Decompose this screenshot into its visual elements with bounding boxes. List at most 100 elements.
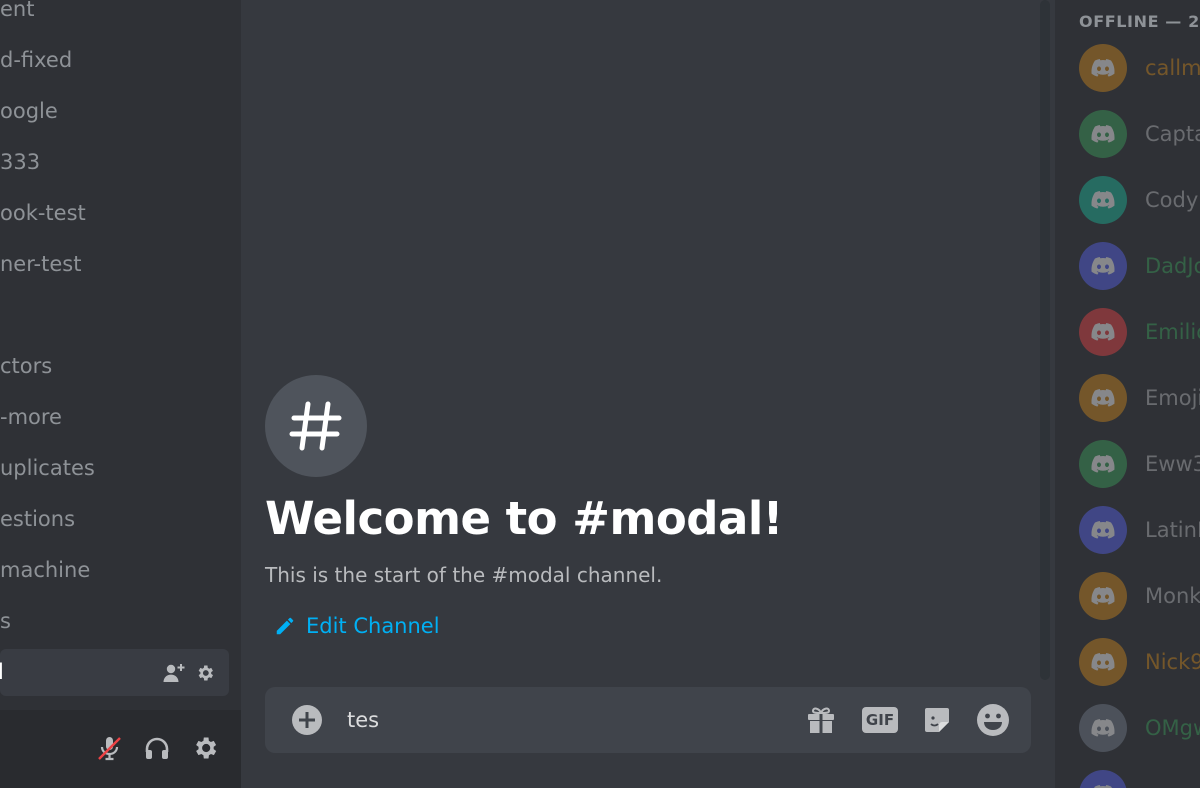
discord-logo-icon xyxy=(1091,587,1115,605)
user-panel xyxy=(0,710,241,788)
hashtag-icon xyxy=(289,401,342,451)
gift-button[interactable] xyxy=(802,701,840,739)
member-item[interactable]: Nick9 xyxy=(1079,638,1200,686)
avatar xyxy=(1079,770,1127,788)
channel-item[interactable]: ctors xyxy=(0,346,229,386)
muted-mic-icon xyxy=(98,737,121,761)
channel-item[interactable]: estions xyxy=(0,499,229,539)
discord-logo-icon xyxy=(1094,785,1112,788)
upload-button[interactable] xyxy=(291,704,323,736)
channel-settings-icon[interactable] xyxy=(195,663,215,683)
discord-logo-icon xyxy=(1091,323,1115,341)
avatar xyxy=(1079,572,1127,620)
channel-item[interactable]: ent xyxy=(0,0,229,29)
mute-button[interactable] xyxy=(91,730,127,766)
channel-label: estions xyxy=(0,507,76,531)
avatar xyxy=(1079,44,1127,92)
channel-label: oogle xyxy=(0,99,58,123)
channel-item[interactable]: uplicates xyxy=(0,448,229,488)
channel-item[interactable]: -more xyxy=(0,397,229,437)
message-input[interactable] xyxy=(347,700,787,740)
member-name: Capta xyxy=(1145,122,1200,146)
welcome-subtitle: This is the start of the #modal channel. xyxy=(265,563,663,587)
channel-item[interactable]: oogle xyxy=(0,91,229,131)
member-item[interactable]: callm xyxy=(1079,44,1200,92)
channel-hash-avatar xyxy=(265,375,367,477)
deafen-button[interactable] xyxy=(139,730,175,766)
member-name: callm xyxy=(1145,56,1200,80)
member-name: Emilio xyxy=(1145,320,1200,344)
member-name: Cody xyxy=(1145,188,1199,212)
gear-icon xyxy=(196,737,217,759)
channel-label: ctors xyxy=(0,354,53,378)
member-item[interactable]: Capta xyxy=(1079,110,1200,158)
gift-icon xyxy=(808,707,834,733)
avatar xyxy=(1079,176,1127,224)
avatar xyxy=(1079,638,1127,686)
member-item[interactable]: Monk xyxy=(1079,572,1200,620)
gif-label: GIF xyxy=(865,711,895,729)
channel-label: ook-test xyxy=(0,201,86,225)
plus-circle-icon xyxy=(292,705,322,735)
discord-logo-icon xyxy=(1091,455,1115,473)
smiley-face-icon xyxy=(977,704,1009,736)
channel-item[interactable]: s xyxy=(0,601,229,641)
member-item[interactable]: Emilio xyxy=(1079,308,1200,356)
discord-logo-icon xyxy=(1091,59,1115,77)
gif-button[interactable]: GIF xyxy=(861,701,899,739)
edit-channel-link[interactable]: Edit Channel xyxy=(274,610,440,642)
member-name: LatinF xyxy=(1145,518,1200,542)
discord-logo-icon xyxy=(1091,191,1115,209)
members-offline-header: OFFLINE — 28 xyxy=(1079,12,1200,31)
discord-logo-icon xyxy=(1091,653,1115,671)
create-invite-icon[interactable] xyxy=(163,663,185,683)
member-name: Nick9 xyxy=(1145,650,1200,674)
avatar xyxy=(1079,242,1127,290)
channel-label: ner-test xyxy=(0,252,82,276)
member-name: OMgw xyxy=(1145,716,1200,740)
member-item[interactable]: LatinF xyxy=(1079,506,1200,554)
member-item[interactable] xyxy=(1079,770,1200,788)
sticker-icon xyxy=(925,708,949,732)
welcome-title: Welcome to #modal! xyxy=(265,492,783,545)
chat-scrollbar[interactable] xyxy=(1040,0,1050,680)
member-item[interactable]: OMgw xyxy=(1079,704,1200,752)
member-item[interactable]: Eww3 xyxy=(1079,440,1200,488)
channel-label: s xyxy=(0,609,11,633)
emoji-button[interactable] xyxy=(974,701,1012,739)
message-composer: GIF xyxy=(265,687,1031,753)
avatar xyxy=(1079,506,1127,554)
user-settings-button[interactable] xyxy=(187,730,223,766)
chat-area xyxy=(241,0,1055,788)
channel-item-modal[interactable]: l xyxy=(0,649,229,696)
gif-badge: GIF xyxy=(862,707,898,733)
channel-item[interactable]: ook-test xyxy=(0,193,229,233)
channel-label: machine xyxy=(0,558,91,582)
channel-label: -more xyxy=(0,405,62,429)
headphones-icon xyxy=(145,737,169,759)
channel-label: ent xyxy=(0,0,35,21)
avatar xyxy=(1079,374,1127,422)
pencil-icon xyxy=(276,617,294,635)
member-name: Eww3 xyxy=(1145,452,1200,476)
discord-logo-icon xyxy=(1091,719,1115,737)
channel-label: uplicates xyxy=(0,456,95,480)
discord-logo-icon xyxy=(1091,521,1115,539)
discord-logo-icon xyxy=(1091,257,1115,275)
discord-logo-icon xyxy=(1091,125,1115,143)
channel-item[interactable]: machine xyxy=(0,550,229,590)
edit-channel-label: Edit Channel xyxy=(306,614,440,638)
member-item[interactable]: Emoji xyxy=(1079,374,1200,422)
sticker-button[interactable] xyxy=(918,701,956,739)
avatar xyxy=(1079,110,1127,158)
member-item[interactable]: DadJo xyxy=(1079,242,1200,290)
channel-item[interactable]: ner-test xyxy=(0,244,229,284)
member-name: Monk xyxy=(1145,584,1200,608)
avatar xyxy=(1079,308,1127,356)
member-item[interactable]: Cody xyxy=(1079,176,1200,224)
channel-label: l xyxy=(0,660,4,684)
channel-label: d-fixed xyxy=(0,48,73,72)
discord-logo-icon xyxy=(1091,389,1115,407)
channel-item[interactable]: d-fixed xyxy=(0,40,229,80)
channel-item[interactable]: 333 xyxy=(0,142,229,182)
